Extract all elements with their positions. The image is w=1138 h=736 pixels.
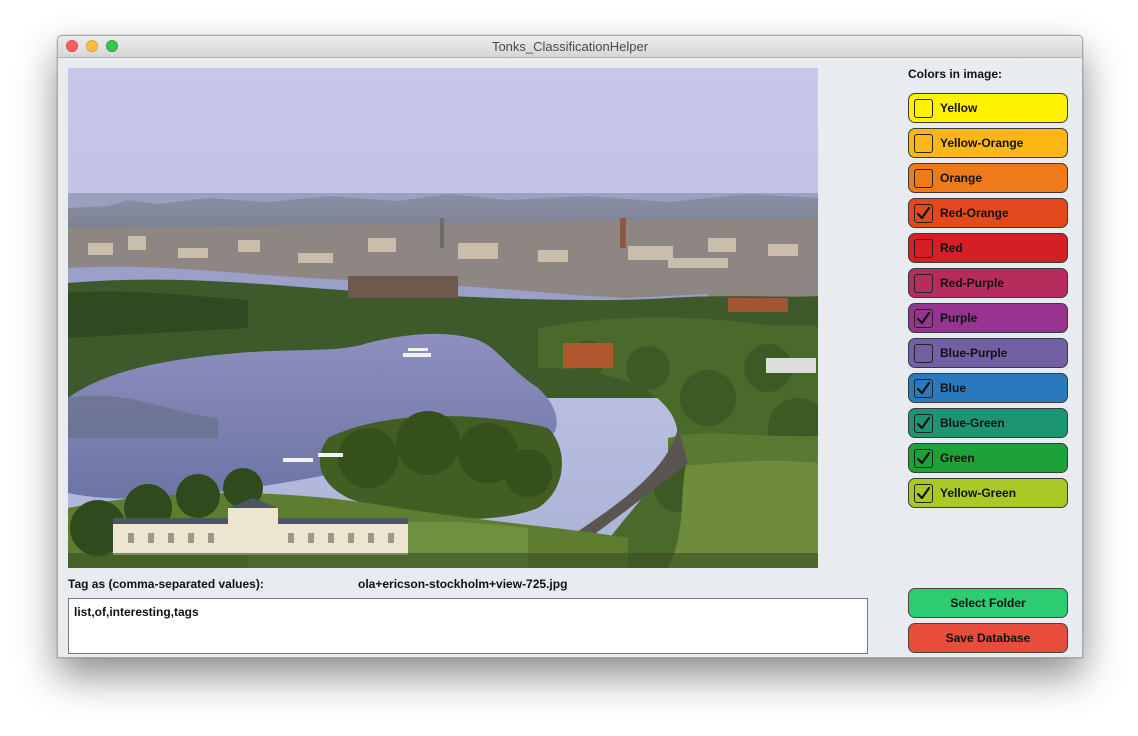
color-toggle-green[interactable]: Green [908,443,1068,473]
color-toggle-blue-green[interactable]: Blue-Green [908,408,1068,438]
save-database-button[interactable]: Save Database [908,623,1068,653]
checkbox[interactable] [914,274,933,293]
checkmark-icon [916,206,931,220]
color-toggle-red-orange[interactable]: Red-Orange [908,198,1068,228]
color-label: Red-Orange [940,206,1009,220]
color-toggle-purple[interactable]: Purple [908,303,1068,333]
app-window: Tonks_ClassificationHelper Tag as (comma… [57,35,1083,658]
preview-image [68,68,818,568]
color-label: Yellow-Orange [940,136,1024,150]
checkbox[interactable] [914,204,933,223]
color-label: Green [940,451,975,465]
checkbox[interactable] [914,309,933,328]
color-toggle-red-purple[interactable]: Red-Purple [908,268,1068,298]
checkmark-icon [916,416,931,430]
tag-input[interactable]: list,of,interesting,tags [68,598,868,654]
checkbox[interactable] [914,379,933,398]
checkmark-icon [916,486,931,500]
color-toggle-blue-purple[interactable]: Blue-Purple [908,338,1068,368]
checkbox[interactable] [914,449,933,468]
window-title: Tonks_ClassificationHelper [491,39,649,54]
color-label: Yellow-Green [940,486,1017,500]
color-label: Red-Purple [940,276,1005,290]
color-toggle-red[interactable]: Red [908,233,1068,263]
color-toggle-orange[interactable]: Orange [908,163,1068,193]
color-toggle-yellow-green[interactable]: Yellow-Green [908,478,1068,508]
colors-header: Colors in image: [908,67,1003,81]
checkbox[interactable] [914,414,933,433]
color-label: Blue-Green [940,416,1005,430]
color-label: Blue-Purple [940,346,1008,360]
checkmark-icon [916,381,931,395]
checkmark-icon [916,451,931,465]
color-toggle-yellow-orange[interactable]: Yellow-Orange [908,128,1068,158]
checkbox[interactable] [914,169,933,188]
tag-label: Tag as (comma-separated values): [68,577,264,591]
color-label: Red [940,241,963,255]
checkbox[interactable] [914,484,933,503]
filename-label: ola+ericson-stockholm+view-725.jpg [358,577,568,591]
color-toggle-blue[interactable]: Blue [908,373,1068,403]
checkmark-icon [916,311,931,325]
title-bar: Tonks_ClassificationHelper [58,36,1082,58]
color-label: Purple [940,311,978,325]
checkbox[interactable] [914,239,933,258]
select-folder-button[interactable]: Select Folder [908,588,1068,618]
checkbox[interactable] [914,134,933,153]
color-toggle-yellow[interactable]: Yellow [908,93,1068,123]
checkbox[interactable] [914,344,933,363]
color-label: Orange [940,171,983,185]
color-label: Blue [940,381,967,395]
color-label: Yellow [940,101,978,115]
checkbox[interactable] [914,99,933,118]
